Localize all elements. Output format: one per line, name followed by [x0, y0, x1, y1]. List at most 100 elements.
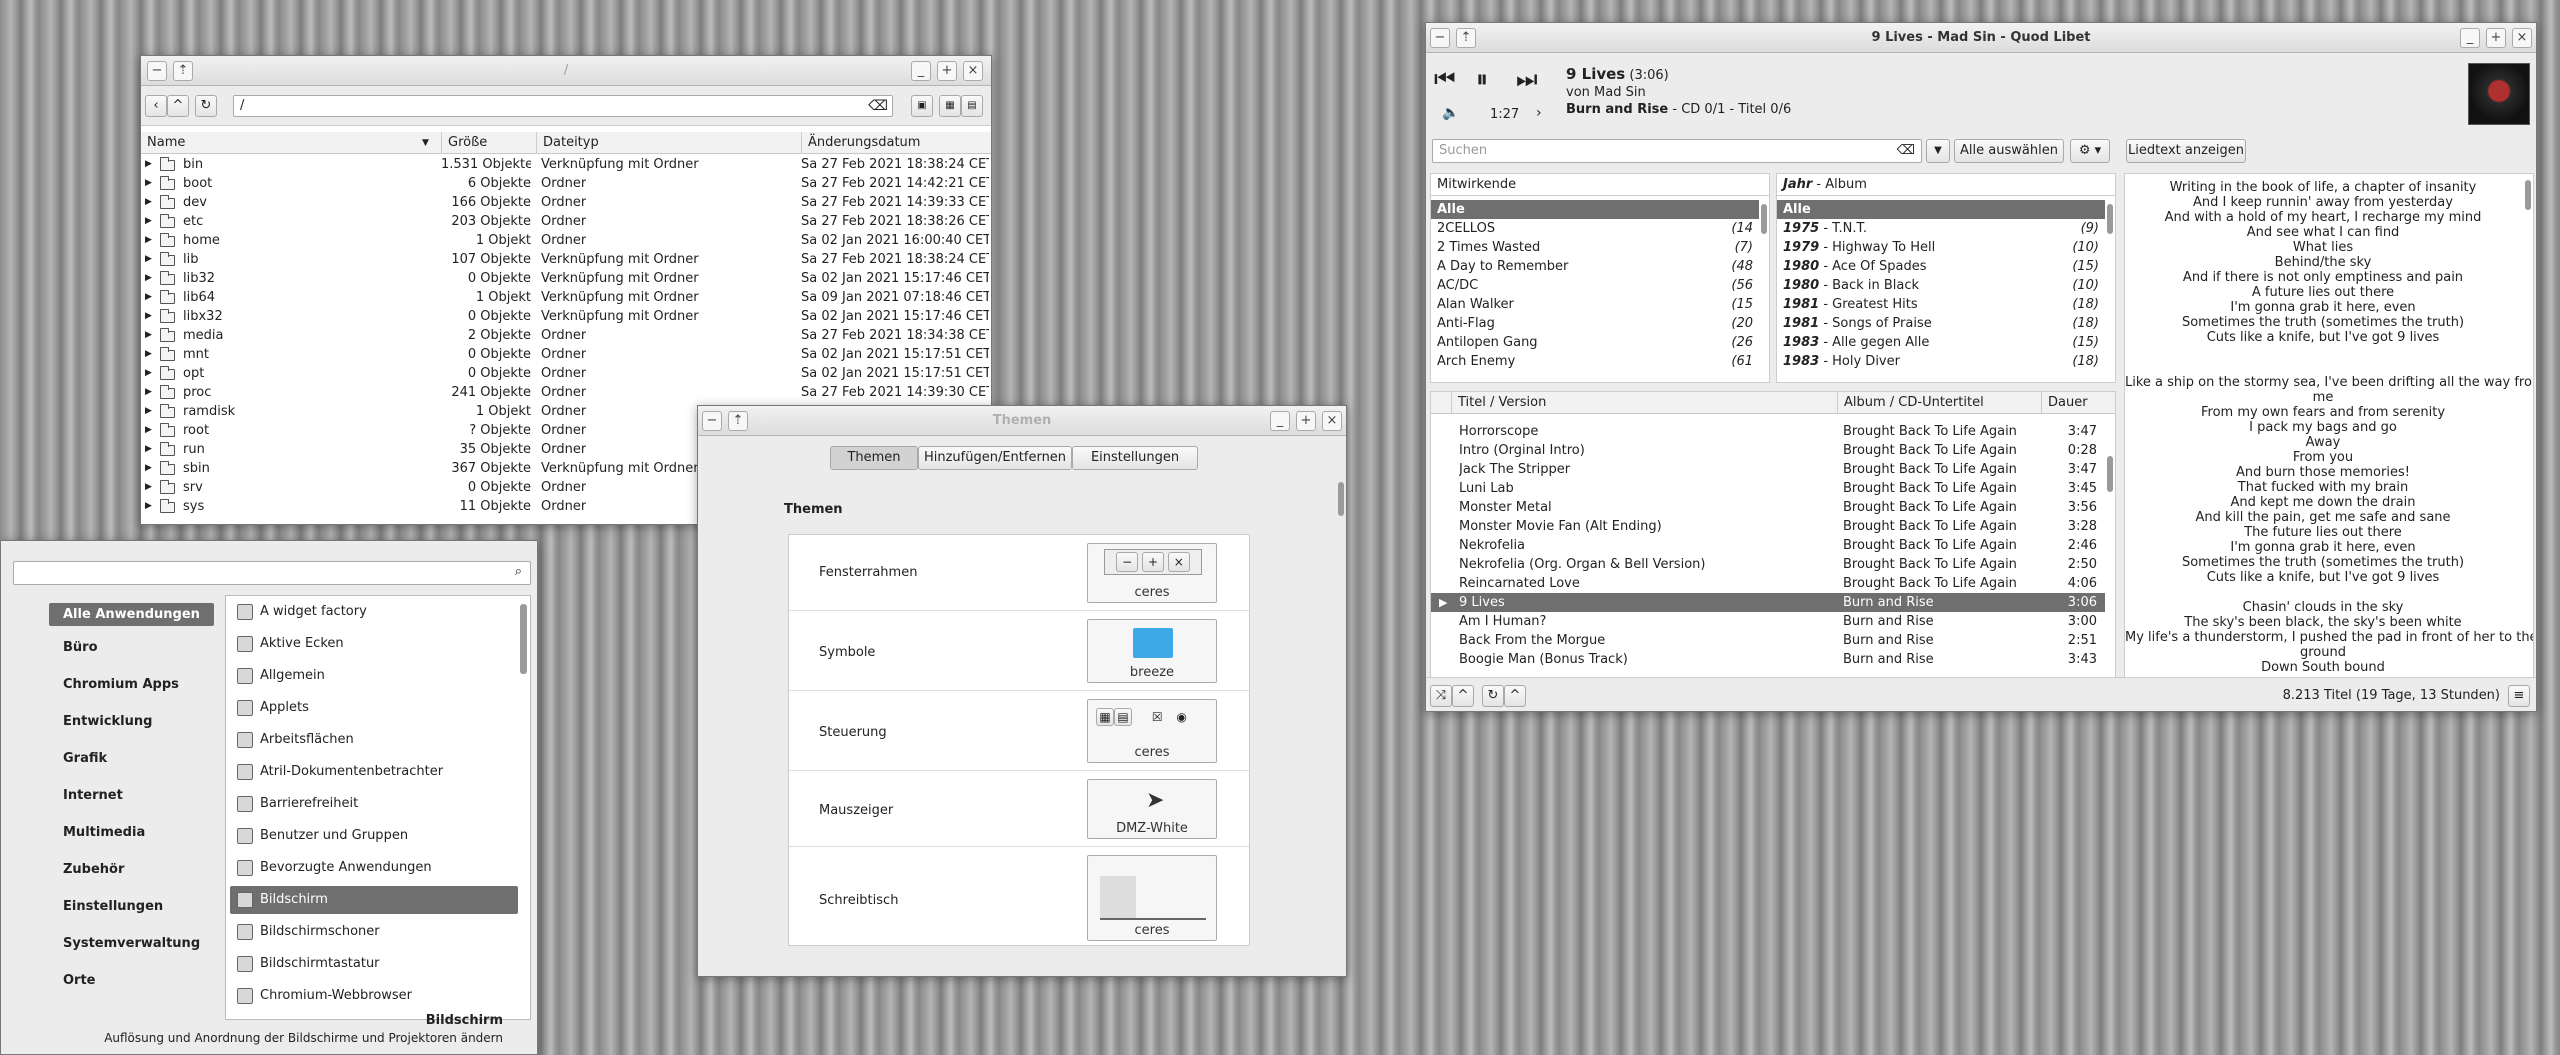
artist-item[interactable]: 2CELLOS (14 — [1431, 219, 1759, 238]
expander-icon[interactable]: ▶ — [145, 326, 152, 345]
list-view-icon[interactable]: ▤ — [961, 95, 983, 117]
minimize-button[interactable]: _ — [2460, 28, 2480, 48]
expander-icon[interactable]: ▶ — [145, 231, 152, 250]
app-item[interactable]: Bevorzugte Anwendungen — [230, 854, 518, 882]
table-row[interactable]: ▶ bin 1.531 Objekte Verknüpfung mit Ordner S… — [141, 155, 991, 174]
expander-icon[interactable]: ▶ — [145, 383, 152, 402]
artist-item[interactable]: Arch Enemy (61 — [1431, 352, 1759, 371]
table-row[interactable]: ▶ boot 6 Objekte Ordner Sa 27 Feb 2021 14:42… — [141, 174, 991, 193]
repeat-icon[interactable]: ↻ — [1482, 685, 1504, 707]
table-row[interactable]: ▶ opt 0 Objekte Ordner Sa 02 Jan 2021 15:17:… — [141, 364, 991, 383]
artist-item[interactable]: Anti-Flag (20 — [1431, 314, 1759, 333]
expander-icon[interactable]: ▶ — [145, 440, 152, 459]
artist-item[interactable]: AC/DC (56 — [1431, 276, 1759, 295]
albums-header[interactable]: Jahr - Album — [1777, 174, 2115, 196]
table-row[interactable]: Boogie Man (Bonus Track) Burn and Rise 3:4… — [1431, 650, 2105, 669]
menu-category[interactable]: Internet — [63, 788, 123, 803]
artist-item[interactable]: Alan Walker (15 — [1431, 295, 1759, 314]
expander-icon[interactable]: ▶ — [145, 288, 152, 307]
table-row[interactable]: Intro (Orginal Intro) Brought Back To Lif… — [1431, 441, 2105, 460]
tab-themen[interactable]: Themen — [830, 446, 918, 470]
artists-header[interactable]: Mitwirkende — [1431, 174, 1769, 196]
close-button[interactable]: × — [2512, 28, 2532, 48]
album-item[interactable]: 1983 - Holy Diver (18) — [1777, 352, 2105, 371]
app-item[interactable]: Aktive Ecken — [230, 630, 518, 658]
expander-icon[interactable]: ▶ — [145, 402, 152, 421]
app-item[interactable]: Bildschirmtastatur — [230, 950, 518, 978]
expander-icon[interactable]: ▶ — [145, 478, 152, 497]
artist-item[interactable]: Alle — [1431, 200, 1759, 219]
table-row[interactable]: Monster Metal Brought Back To Life Again 3… — [1431, 498, 2105, 517]
location-input[interactable]: / ⌫ — [233, 95, 893, 117]
menu-search-input[interactable]: ⌕ — [13, 561, 531, 585]
artist-item[interactable]: A Day to Remember (48 — [1431, 257, 1759, 276]
icon-view-icon[interactable]: ▦ — [939, 95, 961, 117]
col-name[interactable]: Name — [141, 132, 431, 154]
table-row[interactable]: ▶ home 1 Objekt Ordner Sa 02 Jan 2021 16:00:… — [141, 231, 991, 250]
app-item[interactable]: Atril-Dokumentenbetrachter — [230, 758, 518, 786]
albums-scrollbar[interactable] — [2107, 204, 2113, 234]
search-history-dropdown[interactable]: ▼ — [1926, 139, 1950, 163]
maximize-button[interactable]: + — [2486, 28, 2506, 48]
menu-category[interactable]: Entwicklung — [63, 714, 152, 729]
table-row[interactable]: ▶ proc 241 Objekte Ordner Sa 27 Feb 2021 14:… — [141, 383, 991, 402]
terminal-icon[interactable]: ▣ — [911, 95, 933, 117]
clear-icon[interactable]: ⌫ — [1897, 140, 1915, 162]
repeat-menu-chevron-icon[interactable]: ^ — [1504, 685, 1526, 707]
table-row[interactable]: ▶ mnt 0 Objekte Ordner Sa 02 Jan 2021 15:17:… — [141, 345, 991, 364]
table-row[interactable]: ▶ etc 203 Objekte Ordner Sa 27 Feb 2021 18:3… — [141, 212, 991, 231]
app-item[interactable]: Chromium-Webbrowser — [230, 982, 518, 1010]
col-album[interactable]: Album / CD-Untertitel — [1837, 392, 2041, 414]
table-row[interactable]: ▶ 9 Lives Burn and Rise 3:06 — [1431, 593, 2105, 612]
artist-item[interactable]: 2 Times Wasted (7) — [1431, 238, 1759, 257]
window-border-preview[interactable]: − + × ceres — [1087, 543, 1217, 603]
icon-theme-preview[interactable]: breeze — [1087, 619, 1217, 683]
table-row[interactable]: Back From the Morgue Burn and Rise 2:51 — [1431, 631, 2105, 650]
song-info[interactable]: 9 Lives (3:06) von Mad Sin Burn and Rise… — [1566, 65, 1791, 117]
menu-category[interactable]: Multimedia — [63, 825, 145, 840]
next-icon[interactable]: ⏭ — [1516, 65, 1538, 93]
player-titlebar[interactable]: − ⇡ 9 Lives - Mad Sin - Quod Libet _ + × — [1426, 23, 2536, 53]
table-row[interactable]: Am I Human? Burn and Rise 3:00 — [1431, 612, 2105, 631]
clear-icon[interactable]: ⌫ — [868, 96, 888, 116]
album-item[interactable]: 1980 - Ace Of Spades (15) — [1777, 257, 2105, 276]
up-button[interactable]: ^ — [167, 95, 189, 117]
table-row[interactable]: Jack The Stripper Brought Back To Life Ag… — [1431, 460, 2105, 479]
album-item[interactable]: 1975 - T.N.T. (9) — [1777, 219, 2105, 238]
volume-icon[interactable]: 🔈 — [1442, 105, 1459, 121]
menu-category[interactable]: Einstellungen — [63, 899, 163, 914]
maximize-button[interactable]: + — [1296, 411, 1316, 431]
table-row[interactable]: Nekrofelia Brought Back To Life Again 2:46 — [1431, 536, 2105, 555]
col-type[interactable]: Dateityp — [536, 132, 801, 154]
menu-category[interactable]: Chromium Apps — [63, 677, 179, 692]
table-row[interactable]: ▶ lib64 1 Objekt Verknüpfung mit Ordner Sa 0… — [141, 288, 991, 307]
album-item[interactable]: 1979 - Highway To Hell (10) — [1777, 238, 2105, 257]
album-item[interactable]: 1980 - Back in Black (10) — [1777, 276, 2105, 295]
expander-icon[interactable]: ▶ — [145, 345, 152, 364]
table-row[interactable]: Luni Lab Brought Back To Life Again 3:45 — [1431, 479, 2105, 498]
expander-icon[interactable]: ▶ — [145, 269, 152, 288]
minimize-button[interactable]: _ — [1270, 411, 1290, 431]
expander-icon[interactable]: ▶ — [145, 174, 152, 193]
app-item[interactable]: Arbeitsflächen — [230, 726, 518, 754]
album-item[interactable]: 1981 - Greatest Hits (18) — [1777, 295, 2105, 314]
table-row[interactable]: ▶ lib32 0 Objekte Verknüpfung mit Ordner Sa … — [141, 269, 991, 288]
reload-icon[interactable]: ↻ — [195, 95, 217, 117]
tab-hinzufuegen-entfernen[interactable]: Hinzufügen/Entfernen — [918, 446, 1072, 470]
menu-category[interactable]: Grafik — [63, 751, 107, 766]
minimize-button[interactable]: _ — [911, 61, 931, 81]
previous-icon[interactable]: ⏮ — [1434, 65, 1455, 93]
album-item[interactable]: 1983 - Alle gegen Alle (15) — [1777, 333, 2105, 352]
back-button[interactable]: ‹ — [145, 95, 167, 117]
album-item[interactable]: 1981 - Songs of Praise (18) — [1777, 314, 2105, 333]
themes-titlebar[interactable]: − ⇡ Themen _ + × — [698, 406, 1346, 436]
app-item[interactable]: Barrierefreiheit — [230, 790, 518, 818]
menu-category[interactable]: Systemverwaltung — [63, 936, 200, 951]
cursor-preview[interactable]: ➤ DMZ-White — [1087, 779, 1217, 839]
table-row[interactable]: ▶ lib 107 Objekte Verknüpfung mit Ordner Sa … — [141, 250, 991, 269]
maximize-button[interactable]: + — [937, 61, 957, 81]
album-item[interactable]: Alle — [1777, 200, 2105, 219]
table-row[interactable]: Reincarnated Love Brought Back To Life Ag… — [1431, 574, 2105, 593]
album-cover[interactable] — [2468, 63, 2530, 125]
seek-forward-icon[interactable]: › — [1536, 105, 1542, 121]
